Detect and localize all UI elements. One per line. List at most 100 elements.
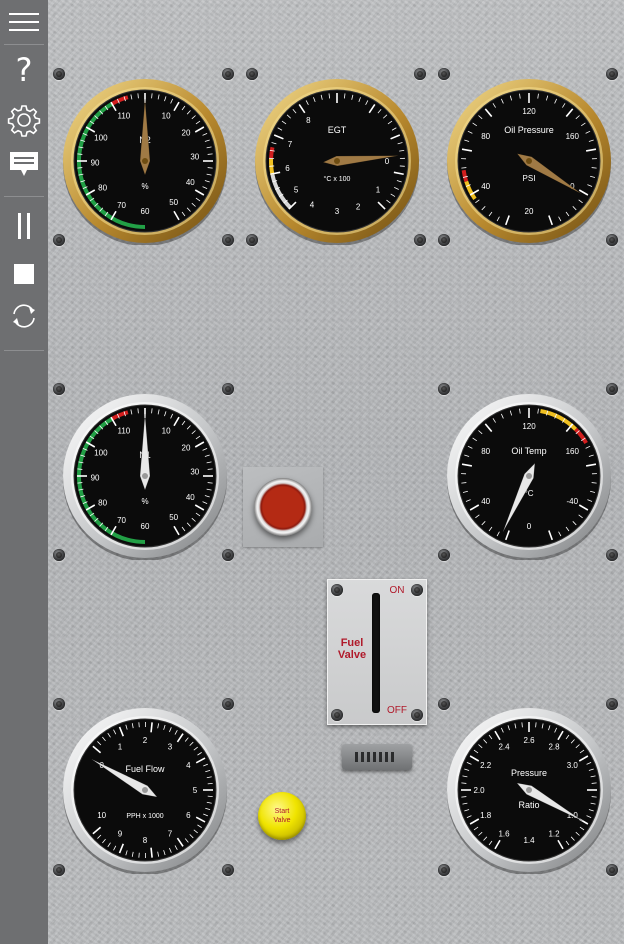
gauge-tick-label: 1.2 <box>548 829 560 838</box>
gauge-tick-label: 8 <box>306 116 311 125</box>
gauge-tick-label: 7 <box>168 829 173 838</box>
gauge-tick-label: 100 <box>94 449 108 458</box>
fuel-valve-panel: ON Fuel Valve OFF <box>327 579 427 725</box>
stop-button[interactable] <box>0 254 48 294</box>
sidebar-divider <box>4 196 44 197</box>
gauge-tick-label: 90 <box>91 159 100 168</box>
stop-icon <box>14 264 34 284</box>
gauge-face: 0408012016020Oil PressurePSI <box>447 79 611 245</box>
gauge-tick-label: 10 <box>162 427 171 436</box>
gauge-tick-label: 2.8 <box>548 743 560 752</box>
gauge-tick-label: 80 <box>98 183 107 192</box>
gauge-tick-label: 1.6 <box>498 829 510 838</box>
gauge-tick-label: 160 <box>566 132 580 141</box>
gauge-tick-label: 4 <box>186 761 191 770</box>
gauge-tick-label: 90 <box>91 474 100 483</box>
egt-gauge: 0 1 2 3 4 5 6 7 8 EGT °C x 100 <box>253 77 421 245</box>
gauge-tick-label: 1.8 <box>480 811 492 820</box>
gauge-tick-label: 6 <box>285 164 290 173</box>
pressure-ratio-gauge: 1.01.21.41.61.82.02.22.42.62.83.0Pressur… <box>445 706 613 874</box>
gauge-tick-label: 20 <box>182 128 191 137</box>
gauge-tick-label: 40 <box>186 178 195 187</box>
gauge-unit: °C x 100 <box>324 175 351 183</box>
gauge-tick-label: 80 <box>98 498 107 507</box>
gauge-title: EGT <box>328 125 347 135</box>
pause-button[interactable] <box>0 206 48 246</box>
gauge-tick-label: 0 <box>527 522 532 531</box>
fuel-valve-label-line1: Fuel <box>340 637 364 649</box>
gauge-tick-label: 5 <box>294 186 299 195</box>
gauge-unit: PSI <box>523 174 536 183</box>
gauge-title: Fuel Flow <box>125 764 165 774</box>
screw <box>331 584 343 596</box>
messages-button[interactable] <box>0 146 48 182</box>
message-icon <box>10 152 38 176</box>
gauge-tick-label: 50 <box>169 198 178 207</box>
gauge-tick-label: 10 <box>97 811 106 820</box>
gauge-title: Oil Temp <box>511 446 546 456</box>
gauge-unit: PPH x 1000 <box>126 813 163 820</box>
gauge-tick-label: 30 <box>190 153 199 162</box>
vent-slots <box>355 752 394 762</box>
sidebar-divider <box>4 44 44 45</box>
fuel-valve-on-label: ON <box>389 585 405 596</box>
gauge-tick-label: 2.4 <box>498 743 510 752</box>
gear-icon <box>7 105 41 137</box>
refresh-button[interactable] <box>0 298 48 334</box>
gauge-tick-label: 60 <box>141 522 150 531</box>
fuel-valve-label-line2: Valve <box>337 649 367 661</box>
gauge-tick-label: 20 <box>525 207 534 216</box>
menu-icon <box>9 13 39 31</box>
gauge-unit: % <box>141 497 148 506</box>
gauge-tick-label: 3 <box>335 207 340 216</box>
gauge-tick-label: 40 <box>481 497 490 506</box>
gauge-tick-label: 1 <box>376 186 381 195</box>
gauge-face: 110102030405060708090100N1% <box>63 394 227 560</box>
gauge-tick-label: 6 <box>186 811 191 820</box>
gauge-unit: % <box>141 182 148 191</box>
gauge-tick-label: 3 <box>168 743 173 752</box>
gauge-tick-label: 60 <box>141 207 150 216</box>
gauge-tick-label: 0 <box>385 157 390 166</box>
gauge-face: 110102030405060708090100N2% <box>63 79 227 245</box>
gauge-tick-label: 1 <box>118 743 123 752</box>
n2-gauge: 110102030405060708090100N2% <box>61 77 229 245</box>
gauge-tick-label: 70 <box>117 516 126 525</box>
vent-grille <box>342 744 412 770</box>
oil-pressure-gauge: 0 40 80 120 160 20 Oil Pressure PSI <box>445 77 613 245</box>
start-valve-button[interactable]: Start Valve <box>258 792 306 840</box>
gauge-tick-label: 3.0 <box>567 761 579 770</box>
gauge-face: 0 1 2 3 4 5 6 7 8 EGT °C x 100 <box>255 79 419 245</box>
fuel-valve-off-label: OFF <box>387 705 407 716</box>
gauge-tick-label: 5 <box>193 786 198 795</box>
gauge-tick-label: 110 <box>117 112 130 121</box>
oil-temp-gauge: 120 160 -40 0 40 80 Oil Temp °C <box>445 392 613 560</box>
gauge-tick-label: 120 <box>522 107 536 116</box>
gauge-title: Pressure <box>511 768 547 778</box>
gauge-tick-label: 30 <box>190 468 199 477</box>
sidebar-divider <box>4 350 44 351</box>
fuel-valve-switch-track[interactable] <box>372 593 380 713</box>
screw <box>331 709 343 721</box>
gauge-tick-label: 2.0 <box>473 786 485 795</box>
gauge-tick-label: 80 <box>481 447 490 456</box>
gauge-tick-label: 2.2 <box>480 761 492 770</box>
n1-gauge: 110102030405060708090100N1% <box>61 392 229 560</box>
gauge-tick-label: 50 <box>169 513 178 522</box>
screw <box>411 709 423 721</box>
gauge-tick-label: 8 <box>143 836 148 845</box>
settings-button[interactable] <box>0 100 48 140</box>
help-button[interactable]: ? <box>0 50 48 90</box>
gauge-tick-label: 80 <box>481 132 490 141</box>
gauge-tick-label: 20 <box>182 443 191 452</box>
gauge-unit: Ratio <box>518 800 539 810</box>
menu-button[interactable] <box>0 4 48 40</box>
gauge-tick-label: 100 <box>94 134 108 143</box>
gauge-tick-label: 2 <box>356 202 361 211</box>
gauge-face: 012345678910Fuel FlowPPH x 1000 <box>63 708 227 874</box>
fuel-valve-label: Fuel Valve <box>327 637 377 661</box>
start-valve-label-line1: Start <box>274 808 290 815</box>
gauge-tick-label: 10 <box>162 112 171 121</box>
gauge-tick-label: -40 <box>567 497 579 506</box>
start-valve-label-line2: Valve <box>273 817 291 824</box>
